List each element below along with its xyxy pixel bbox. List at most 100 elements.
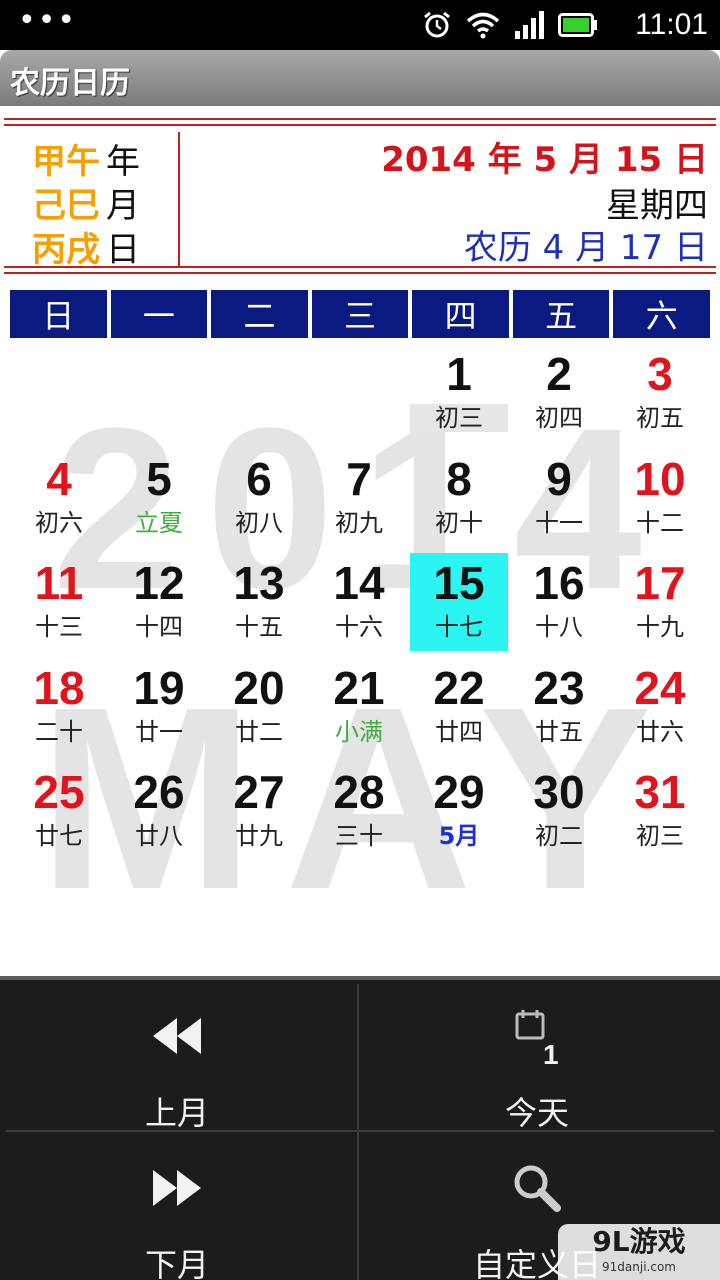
next-month-button[interactable]: 下月 [0,1132,354,1280]
ganzhi-year: 甲午 年 [32,136,182,182]
day-number: 24 [634,661,686,714]
toolbar-vertical-divider [357,984,359,1280]
search-icon [360,1158,714,1218]
day-number: 21 [333,661,385,714]
weekday-sun: 日 [10,290,107,338]
calendar-day[interactable]: 6 初八 [210,449,308,547]
calendar-day[interactable]: 8 初十 [410,449,508,547]
calendar-day[interactable]: 21 小满 [310,658,408,756]
lunar-day-label: 初五 [636,404,684,432]
calendar-day[interactable]: 1 初三 [410,344,508,442]
day-number: 3 [647,348,673,400]
day-number: 14 [333,557,385,609]
signal-icon [515,11,544,39]
day-number: 23 [533,661,585,714]
weekday-mon: 一 [110,290,208,338]
calendar-day[interactable]: 3 初五 [611,344,709,442]
day-number: 27 [233,766,285,818]
calendar-day[interactable]: 29 5月 [410,762,508,860]
day-number: 20 [233,661,285,714]
calendar-day[interactable]: 30 初二 [510,762,608,860]
calendar-day-today[interactable]: 15 十七 [410,553,508,651]
day-number: 19 [133,661,185,714]
logo-brand: 9L游戏 [592,1225,686,1258]
calendar-day[interactable]: 17 十九 [611,553,709,651]
calendar-day[interactable]: 4 初六 [10,449,108,547]
day-number: 6 [246,452,272,505]
ganzhi-month-unit: 月 [106,185,140,226]
calendar-day[interactable]: 18 二十 [10,658,108,756]
lunar-day-label: 十二 [636,508,684,537]
weekday-sat: 六 [613,290,711,338]
lunar-day-label: 十四 [135,613,183,641]
gregorian-date: 2014 年 5 月 15 日 [381,140,708,180]
day-number: 5 [146,452,172,505]
status-time: 11:01 [635,8,708,41]
day-number: 10 [634,452,686,505]
solar-term-label: 小满 [335,717,383,746]
day-number: 8 [446,452,472,505]
lunar-day-label: 廿二 [235,717,283,746]
logo-site: 91danji.com [602,1260,676,1274]
day-number: 13 [233,557,285,609]
calendar-day[interactable]: 5 立夏 [110,449,208,547]
lunar-day-label: 初三 [410,404,508,432]
site-watermark-logo: 9L游戏 91danji.com [558,1224,720,1280]
fast-forward-icon [0,1158,354,1218]
calendar-day[interactable]: 16 十八 [510,553,608,651]
calendar-day[interactable]: 23 廿五 [510,658,608,756]
calendar-day[interactable]: 26 廿八 [110,762,208,860]
calendar-day[interactable]: 19 廿一 [110,658,208,756]
day-number: 2 [546,348,572,400]
lunar-day-label: 初九 [335,508,383,537]
day-number: 18 [33,661,85,714]
ganzhi-month: 己巳 月 [32,180,182,226]
lunar-day-label: 十一 [535,508,583,537]
calendar-day[interactable]: 22 廿四 [410,658,508,756]
lunar-day-label: 初八 [235,508,283,537]
next-month-label: 下月 [144,1246,209,1280]
calendar-day[interactable]: 9 十一 [510,449,608,547]
calendar-day[interactable]: 13 十五 [210,553,308,651]
rewind-icon [0,1006,354,1066]
today-button[interactable]: 1 今天 [360,980,714,1132]
calendar-day[interactable]: 28 三十 [310,762,408,860]
calendar-day[interactable]: 25 廿七 [10,762,108,860]
calendar-day[interactable]: 11 十三 [10,553,108,651]
day-number: 1 [446,348,472,400]
calendar-day[interactable]: 31 初三 [611,762,709,860]
lunar-day-label: 十八 [535,613,583,641]
calendar-day[interactable]: 2 初四 [510,344,608,442]
calendar-day[interactable]: 27 廿九 [210,762,308,860]
lunar-day-label: 三十 [335,822,383,850]
day-number: 12 [133,557,185,609]
title-bar: 农历日历 [0,50,720,106]
day-number: 29 [433,766,485,818]
day-number: 17 [634,557,686,609]
lunar-day-label: 十三 [35,613,83,641]
day-number: 26 [133,766,185,818]
calendar-day[interactable]: 12 十四 [110,553,208,651]
day-number: 11 [34,557,84,609]
calendar-day[interactable]: 24 廿六 [611,658,709,756]
calendar-day[interactable]: 7 初九 [310,449,408,547]
day-number: 28 [333,766,385,818]
weekday-header: 日 一 二 三 四 五 六 [10,290,711,338]
battery-icon [558,13,597,37]
ganzhi-year-value: 甲午 [32,141,100,182]
bottom-toolbar: 上月 1 今天 下月 自定义日 9L游戏 91danji.com [0,976,720,1280]
lunar-date: 农历 4 月 17 日 [463,228,708,268]
day-number: 4 [46,452,72,505]
calendar-day[interactable]: 10 十二 [611,449,709,547]
day-number: 9 [546,452,572,505]
day-number: 22 [433,661,485,714]
calendar-day[interactable]: 14 十六 [310,553,408,651]
calendar-day[interactable]: 20 廿二 [210,658,308,756]
date-header: 甲午 年 己巳 月 丙戌 日 2014 年 5 月 15 日 星期四 农历 4 … [4,118,716,278]
lunar-day-label: 廿一 [135,717,183,746]
lunar-day-label: 廿七 [35,822,83,850]
prev-month-button[interactable]: 上月 [0,980,354,1132]
bottom-rule [4,266,716,268]
weekday-fri: 五 [512,290,610,338]
lunar-day-label: 廿九 [235,822,283,850]
